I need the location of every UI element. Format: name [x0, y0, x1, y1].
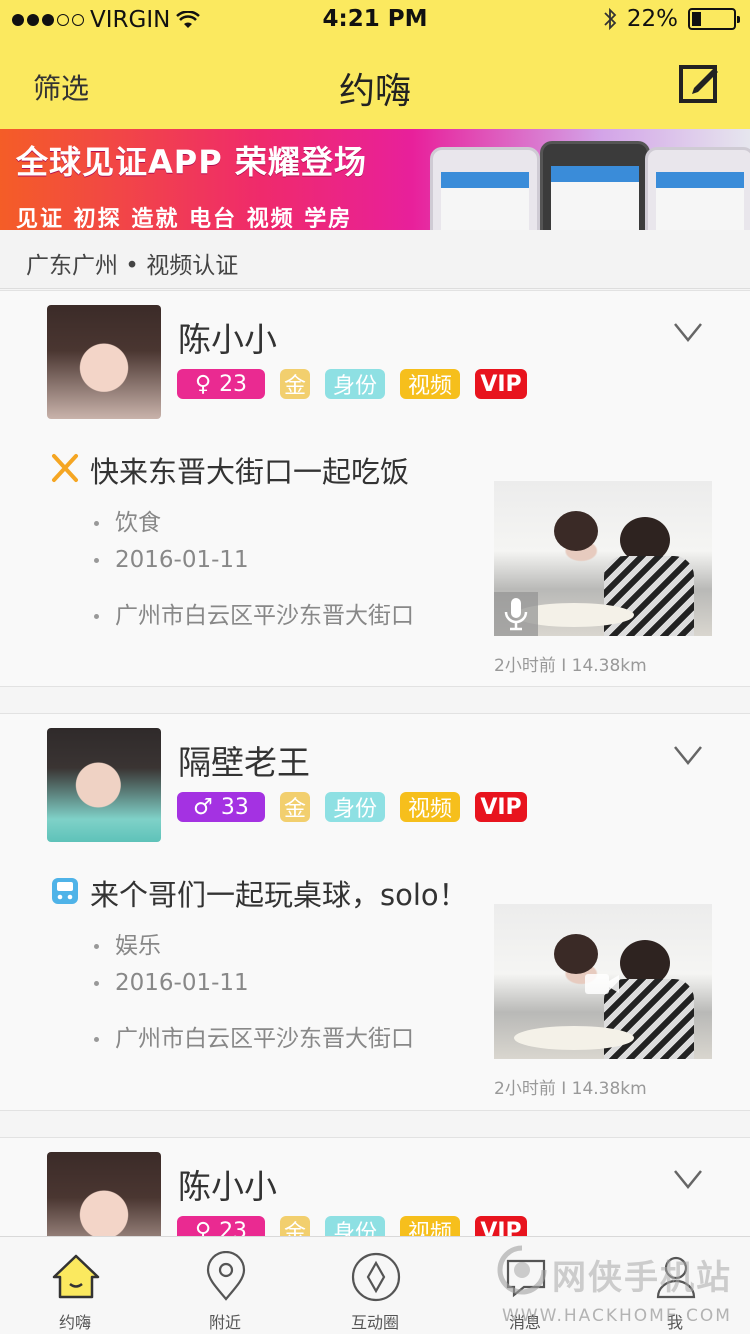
identity-badge: 身份: [325, 369, 385, 399]
tab-label: 附近: [208, 1313, 241, 1332]
time-distance: 2小时前 I 14.38km: [494, 1079, 647, 1099]
activity-date: 2016-01-11: [94, 547, 249, 573]
location-pin-icon: [206, 1251, 246, 1301]
tab-label: 互动圈: [350, 1313, 399, 1332]
tab-yuehai[interactable]: 约嗨: [0, 1237, 150, 1334]
battery-icon: [688, 8, 740, 30]
tab-nearby[interactable]: 附近: [150, 1237, 300, 1334]
activity-category: 娱乐: [94, 926, 161, 960]
identity-badge: 身份: [325, 792, 385, 822]
activity-category: 饮食: [94, 503, 161, 537]
vip-badge: VIP: [475, 369, 527, 399]
activity-title: 快来东晋大街口一起吃饭: [90, 455, 410, 489]
top-bar: VIRGIN 4:21 PM 22% 筛选 约嗨: [0, 0, 750, 129]
status-right: 22%: [603, 6, 740, 32]
compass-icon: [351, 1252, 401, 1302]
activity-address: 广州市白云区平沙东晋大街口: [94, 596, 414, 630]
activity-photo[interactable]: [494, 904, 712, 1059]
banner-phone-image: [540, 141, 650, 230]
banner-phone-image: [430, 147, 540, 230]
watermark-logo-icon: [497, 1245, 547, 1295]
fork-knife-icon: [52, 454, 78, 482]
game-controller-icon: [52, 878, 78, 904]
video-badge: 视频: [400, 792, 460, 822]
location-filter-bar[interactable]: 广东广州 • 视频认证: [0, 230, 750, 289]
page-title: 约嗨: [338, 71, 411, 112]
home-icon: [52, 1254, 100, 1299]
location-label: 广东广州 • 视频认证: [26, 253, 239, 279]
tab-circle[interactable]: 互动圈: [300, 1237, 450, 1334]
chevron-down-icon[interactable]: [673, 744, 703, 766]
post-card[interactable]: 隔壁老王 ♂ 33 金 身份 视频 VIP 来个哥们一起玩桌球，solo！ 娱乐 …: [0, 713, 750, 1111]
user-name: 陈小小: [178, 320, 277, 359]
tab-label: 约嗨: [58, 1313, 91, 1332]
banner-phone-image: [645, 147, 750, 230]
activity-title: 来个哥们一起玩桌球，solo！: [90, 878, 468, 912]
activity-address: 广州市白云区平沙东晋大街口: [94, 1019, 414, 1053]
avatar[interactable]: [47, 728, 161, 842]
banner-headline: 全球见证APP 荣耀登场: [16, 143, 367, 181]
banner-subline: 见证 初探 造就 电台 视频 学房: [16, 207, 353, 230]
video-camera-icon[interactable]: [584, 972, 620, 996]
vip-badge: VIP: [475, 792, 527, 822]
watermark: 网侠手机站 WWW.HACKHOME.COM: [492, 1240, 750, 1334]
avatar[interactable]: [47, 305, 161, 419]
gold-badge: 金: [280, 792, 310, 822]
compose-icon[interactable]: [678, 62, 720, 104]
gender-age-badge: ♂ 33: [177, 792, 265, 822]
user-tags: ♂ 33 金 身份 视频 VIP: [177, 792, 527, 822]
video-badge: 视频: [400, 369, 460, 399]
user-name: 隔壁老王: [178, 743, 310, 782]
chevron-down-icon[interactable]: [673, 321, 703, 343]
bluetooth-icon: [604, 7, 617, 31]
post-card[interactable]: 陈小小 ♀ 23 金 身份 视频 VIP 快来东晋大街口一起吃饭 饮食 2016-…: [0, 290, 750, 687]
time-distance: 2小时前 I 14.38km: [494, 656, 647, 676]
user-name: 陈小小: [178, 1167, 277, 1206]
user-tags: ♀ 23 金 身份 视频 VIP: [177, 369, 527, 399]
watermark-url: WWW.HACKHOME.COM: [502, 1306, 732, 1326]
status-bar: VIRGIN 4:21 PM 22%: [0, 0, 750, 40]
gender-age-badge: ♀ 23: [177, 369, 265, 399]
promo-banner[interactable]: 全球见证APP 荣耀登场 见证 初探 造就 电台 视频 学房: [0, 129, 750, 230]
activity-date: 2016-01-11: [94, 970, 249, 996]
post-card[interactable]: 陈小小 ♀ 23 金 身份 视频 VIP: [0, 1137, 750, 1266]
watermark-brand: 网侠手机站: [552, 1258, 732, 1298]
activity-photo[interactable]: [494, 481, 712, 636]
gold-badge: 金: [280, 369, 310, 399]
chevron-down-icon[interactable]: [673, 1168, 703, 1190]
microphone-icon[interactable]: [494, 592, 538, 636]
battery-percent: 22%: [626, 6, 678, 32]
